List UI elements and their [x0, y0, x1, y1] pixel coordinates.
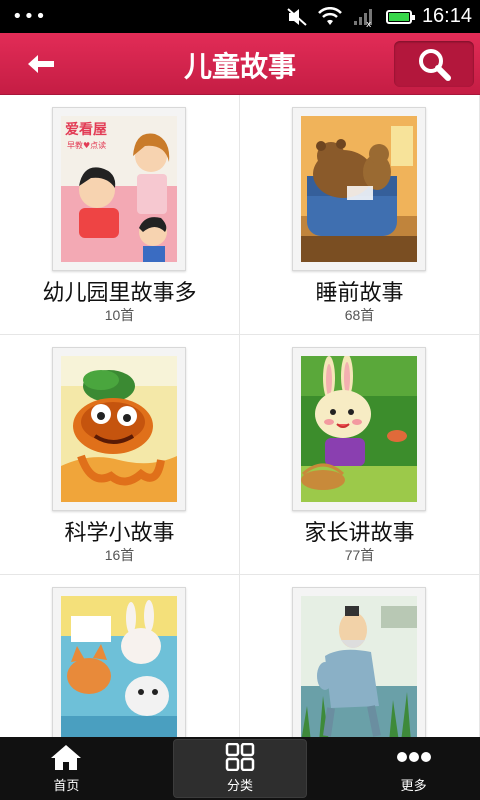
category-cover: 爱看屋 早教♥点读 [52, 107, 186, 271]
cover-image-science [61, 356, 177, 502]
status-time: 16:14 [421, 5, 472, 27]
category-item[interactable]: 睡前故事 68首 [240, 95, 480, 335]
grid-icon [225, 743, 255, 771]
category-name: 家长讲故事 [304, 521, 415, 546]
svg-text:爱看屋: 爱看屋 [65, 121, 107, 138]
home-icon [51, 745, 82, 770]
category-cover [52, 347, 186, 511]
battery-icon [385, 9, 415, 24]
search-icon [419, 49, 451, 81]
category-cover [292, 587, 426, 737]
cover-image-bedtime [301, 116, 417, 262]
category-cover [52, 587, 186, 737]
tab-label: 首页 [53, 779, 80, 794]
svg-text:早教♥点读: 早教♥点读 [67, 140, 106, 150]
category-count: 77首 [344, 547, 375, 563]
tab-label: 更多 [400, 779, 427, 794]
cover-image-parent [301, 356, 417, 502]
tab-more[interactable]: 更多 [347, 737, 480, 800]
category-count: 68首 [344, 307, 375, 323]
category-cover [292, 347, 426, 511]
status-bar: ••• x 16:14 [0, 0, 480, 33]
more-icon [396, 752, 431, 762]
category-grid: 爱看屋 早教♥点读 幼儿园里故事多 10首 睡前故事 68首 科学小故事 16首… [0, 95, 480, 737]
wifi-icon [318, 6, 342, 25]
category-item[interactable]: 爱看屋 早教♥点读 幼儿园里故事多 10首 [0, 95, 240, 335]
category-item[interactable] [0, 575, 240, 737]
signal-icon: x [353, 8, 372, 27]
mute-icon [287, 7, 307, 26]
more-dots-icon: ••• [12, 6, 47, 27]
category-name: 幼儿园里故事多 [42, 281, 197, 306]
category-name: 科学小故事 [64, 521, 175, 546]
search-button[interactable] [394, 41, 474, 87]
back-arrow-icon [28, 55, 54, 73]
cover-image-animals [61, 596, 177, 737]
category-count: 10首 [104, 307, 135, 323]
svg-text:x: x [366, 20, 372, 27]
category-item[interactable]: 科学小故事 16首 [0, 335, 240, 575]
category-item[interactable] [240, 575, 480, 737]
cover-image-kindergarten: 爱看屋 早教♥点读 [61, 116, 177, 262]
tab-label: 分类 [227, 779, 254, 794]
tab-home[interactable]: 首页 [0, 737, 133, 800]
category-cover [292, 107, 426, 271]
category-item[interactable]: 家长讲故事 77首 [240, 335, 480, 575]
app-header: 儿童故事 [0, 33, 480, 95]
cover-image-farmer [301, 596, 417, 737]
category-name: 睡前故事 [315, 281, 404, 306]
back-button[interactable] [14, 47, 68, 81]
bottom-nav: 首页 分类 更多 [0, 737, 480, 800]
tab-categories[interactable]: 分类 [172, 739, 308, 798]
category-count: 16首 [104, 547, 135, 563]
